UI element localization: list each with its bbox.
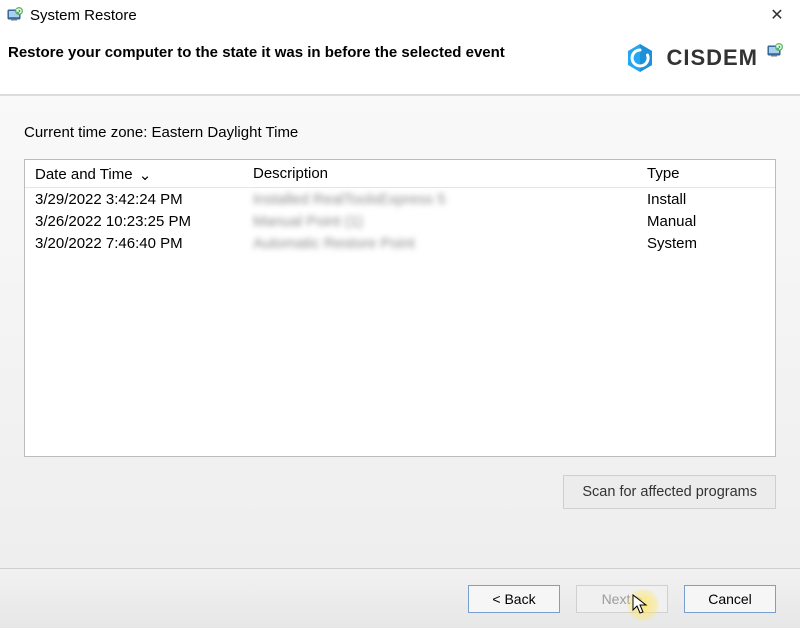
cell-description: Automatic Restore Point bbox=[243, 235, 637, 252]
table-body: 3/29/2022 3:42:24 PM Installed RealTools… bbox=[25, 188, 775, 254]
cell-type: Install bbox=[637, 191, 765, 208]
timezone-label: Current time zone: Eastern Daylight Time bbox=[24, 124, 776, 141]
titlebar: System Restore ✕ bbox=[0, 0, 800, 30]
window-title: System Restore bbox=[30, 7, 762, 24]
brand-logo: CISDEM bbox=[622, 40, 758, 76]
column-label: Description bbox=[253, 165, 328, 182]
next-button: Next > bbox=[576, 585, 668, 613]
cell-datetime: 3/29/2022 3:42:24 PM bbox=[25, 191, 243, 208]
cell-type: Manual bbox=[637, 213, 765, 230]
cancel-button[interactable]: Cancel bbox=[684, 585, 776, 613]
brand-text: CISDEM bbox=[666, 45, 758, 71]
table-row[interactable]: 3/26/2022 10:23:25 PM Manual Point (1) M… bbox=[25, 210, 775, 232]
cell-datetime: 3/20/2022 7:46:40 PM bbox=[25, 235, 243, 252]
system-restore-icon bbox=[6, 6, 24, 24]
header: Restore your computer to the state it wa… bbox=[0, 30, 800, 94]
column-header-datetime[interactable]: Date and Time ⌄ bbox=[25, 165, 243, 183]
cell-datetime: 3/26/2022 10:23:25 PM bbox=[25, 213, 243, 230]
cell-type: System bbox=[637, 235, 765, 252]
column-label: Date and Time bbox=[35, 166, 133, 183]
back-button[interactable]: < Back bbox=[468, 585, 560, 613]
cisdem-icon bbox=[622, 40, 658, 76]
cell-description: Manual Point (1) bbox=[243, 213, 637, 230]
close-button[interactable]: ✕ bbox=[762, 5, 792, 25]
restore-points-table: Date and Time ⌄ Description Type 3/29/20… bbox=[24, 159, 776, 457]
table-row[interactable]: 3/29/2022 3:42:24 PM Installed RealTools… bbox=[25, 188, 775, 210]
chevron-down-icon: ⌄ bbox=[139, 166, 152, 184]
system-restore-icon bbox=[766, 42, 786, 62]
cell-description: Installed RealToolsExpress 5 bbox=[243, 191, 637, 208]
column-label: Type bbox=[647, 165, 680, 182]
instruction-text: Restore your computer to the state it wa… bbox=[8, 44, 622, 61]
table-header: Date and Time ⌄ Description Type bbox=[25, 160, 775, 188]
content-area: Current time zone: Eastern Daylight Time… bbox=[0, 96, 800, 568]
table-row[interactable]: 3/20/2022 7:46:40 PM Automatic Restore P… bbox=[25, 232, 775, 254]
scan-affected-programs-button[interactable]: Scan for affected programs bbox=[563, 475, 776, 509]
footer: < Back Next > Cancel bbox=[0, 568, 800, 628]
column-header-description[interactable]: Description bbox=[243, 165, 637, 182]
scan-row: Scan for affected programs bbox=[24, 475, 776, 509]
column-header-type[interactable]: Type bbox=[637, 165, 765, 182]
